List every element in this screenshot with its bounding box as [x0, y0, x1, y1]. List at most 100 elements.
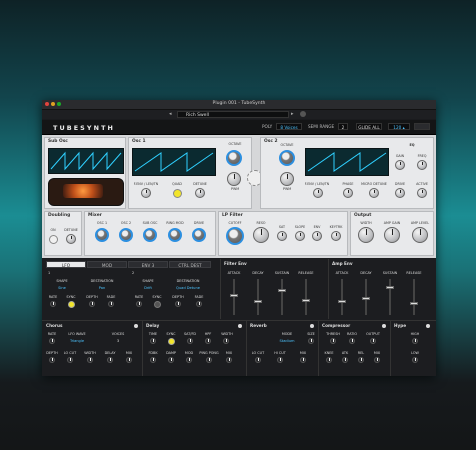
filter-env-release-fader[interactable] — [302, 298, 310, 302]
filter-slope-knob[interactable] — [295, 231, 305, 241]
lfo2-fade-knob[interactable] — [196, 301, 202, 307]
lfo1-depth-knob[interactable] — [89, 301, 95, 307]
delay-width-knob[interactable] — [223, 338, 229, 344]
mixer-osc2-knob[interactable] — [119, 228, 133, 242]
filter-keytrk-knob[interactable] — [331, 231, 341, 241]
filter-cutoff-knob[interactable] — [226, 227, 244, 245]
osc1-fenv-knob[interactable] — [141, 188, 151, 198]
reverb-mix-knob[interactable] — [300, 357, 306, 363]
chorus-power-icon[interactable] — [134, 324, 138, 328]
lfo1-destination-value[interactable]: Pan — [84, 286, 120, 290]
filter-sat-knob[interactable] — [277, 231, 287, 241]
chorus-lo-cut-knob[interactable] — [67, 357, 73, 363]
osc2-octave-knob[interactable] — [279, 150, 295, 166]
mixer-ringmod-knob[interactable] — [168, 228, 182, 242]
lfo2-depth-knob[interactable] — [175, 301, 181, 307]
lfo1-fade-knob[interactable] — [108, 301, 114, 307]
doubling-detune-knob[interactable] — [66, 234, 76, 244]
osc2-drive-knob[interactable] — [395, 188, 405, 198]
compressor-power-icon[interactable] — [382, 324, 386, 328]
mixer-drive-knob[interactable] — [192, 228, 206, 242]
compressor-thresh-knob[interactable] — [330, 338, 336, 344]
hype-power-icon[interactable] — [426, 324, 430, 328]
compressor-output-knob[interactable] — [370, 338, 376, 344]
reverb-mode-value[interactable]: Stadium — [274, 339, 300, 343]
reverb-lo-cut-knob[interactable] — [255, 357, 261, 363]
osc2-active-knob[interactable] — [417, 188, 427, 198]
eq-gain-knob[interactable] — [395, 160, 405, 170]
chorus-rate-knob[interactable] — [49, 338, 55, 344]
reverb-hi-cut-knob[interactable] — [277, 357, 283, 363]
amp-env-attack-fader[interactable] — [338, 300, 346, 304]
chorus-lfo-wave-value[interactable]: Triangle — [64, 339, 90, 343]
preset-menu-icon[interactable] — [300, 111, 306, 117]
delay-mix-knob[interactable] — [226, 357, 232, 363]
glide-all-button[interactable]: GLIDE ALL — [356, 123, 382, 130]
hype-low-knob[interactable] — [412, 357, 418, 363]
doubling-on-button[interactable] — [49, 235, 58, 244]
osc1-octave-knob[interactable] — [226, 150, 242, 166]
mixer-osc1-knob[interactable] — [95, 228, 109, 242]
amp-env-sustain-fader[interactable] — [386, 285, 394, 289]
compressor-knee-knob[interactable] — [326, 357, 332, 363]
eq-freq-knob[interactable] — [417, 160, 427, 170]
output-width-knob[interactable] — [358, 227, 374, 243]
tab-env3[interactable]: ENV 3 — [128, 261, 168, 268]
semi-range-value[interactable]: 2 — [338, 123, 348, 130]
preset-prev-icon[interactable]: ◂ — [169, 111, 172, 117]
preset-next-icon[interactable]: ▸ — [291, 111, 294, 117]
reverb-power-icon[interactable] — [310, 324, 314, 328]
bpm-field[interactable]: 120 ▴ — [388, 123, 410, 130]
osc2-phase-knob[interactable] — [343, 188, 353, 198]
delay-sat-knob[interactable] — [187, 338, 193, 344]
osc1-pwm-knob[interactable] — [227, 172, 241, 186]
output-amp-level-knob[interactable] — [412, 227, 428, 243]
compressor-rel-knob[interactable] — [358, 357, 364, 363]
osc2-micro-detune-knob[interactable] — [369, 188, 379, 198]
osc1-quad-button[interactable] — [173, 189, 182, 198]
reverb-size-knob[interactable] — [308, 338, 314, 344]
lfo2-destination-value[interactable]: Quad Detune — [168, 286, 208, 290]
compressor-ratio-knob[interactable] — [349, 338, 355, 344]
tab-lfo[interactable]: LFO — [46, 261, 86, 268]
output-amp-gain-knob[interactable] — [384, 227, 400, 243]
tab-ctrl-dest[interactable]: CTRL DEST — [169, 261, 211, 268]
filter-env-sustain-fader[interactable] — [278, 288, 286, 292]
delay-ping-pong-knob[interactable] — [206, 357, 212, 363]
lfo1-shape-value[interactable]: Sine — [52, 286, 72, 290]
delay-mod-knob[interactable] — [186, 357, 192, 363]
chorus-voices-value[interactable]: 3 — [108, 339, 128, 343]
osc2-fenv-knob[interactable] — [313, 188, 323, 198]
voices-selector[interactable]: 8 Voices — [276, 123, 302, 130]
delay-time-knob[interactable] — [150, 338, 156, 344]
filter-env-attack-fader[interactable] — [230, 293, 238, 297]
compressor-atk-knob[interactable] — [342, 357, 348, 363]
osc2-pwm-knob[interactable] — [280, 172, 294, 186]
chorus-depth-knob[interactable] — [49, 357, 55, 363]
hype-high-knob[interactable] — [412, 338, 418, 344]
preset-selector[interactable]: Rich Swell — [177, 111, 289, 118]
lfo2-sync-button[interactable] — [154, 301, 161, 308]
lfo1-sync-button[interactable] — [68, 301, 75, 308]
chorus-delay-knob[interactable] — [107, 357, 113, 363]
compressor-mix-knob[interactable] — [374, 357, 380, 363]
delay-power-icon[interactable] — [238, 324, 242, 328]
menu-button[interactable] — [414, 123, 430, 130]
mixer-sub-knob[interactable] — [143, 228, 157, 242]
delay-damp-knob[interactable] — [168, 357, 174, 363]
filter-env-decay-fader[interactable] — [254, 300, 262, 304]
lfo2-rate-knob[interactable] — [136, 301, 142, 307]
delay-fdbk-knob[interactable] — [150, 357, 156, 363]
filter-reso-knob[interactable] — [253, 227, 269, 243]
osc1-detune-knob[interactable] — [195, 188, 205, 198]
amp-env-release-fader[interactable] — [410, 302, 418, 306]
filter-env-knob[interactable] — [312, 231, 322, 241]
amp-env-decay-fader[interactable] — [362, 297, 370, 301]
chorus-mix-knob[interactable] — [126, 357, 132, 363]
lfo2-shape-value[interactable]: Drift — [138, 286, 158, 290]
lfo1-rate-knob[interactable] — [50, 301, 56, 307]
tab-mod[interactable]: MOD — [87, 261, 127, 268]
delay-sync-button[interactable] — [168, 338, 175, 345]
chorus-width-knob[interactable] — [87, 357, 93, 363]
delay-hpf-knob[interactable] — [205, 338, 211, 344]
